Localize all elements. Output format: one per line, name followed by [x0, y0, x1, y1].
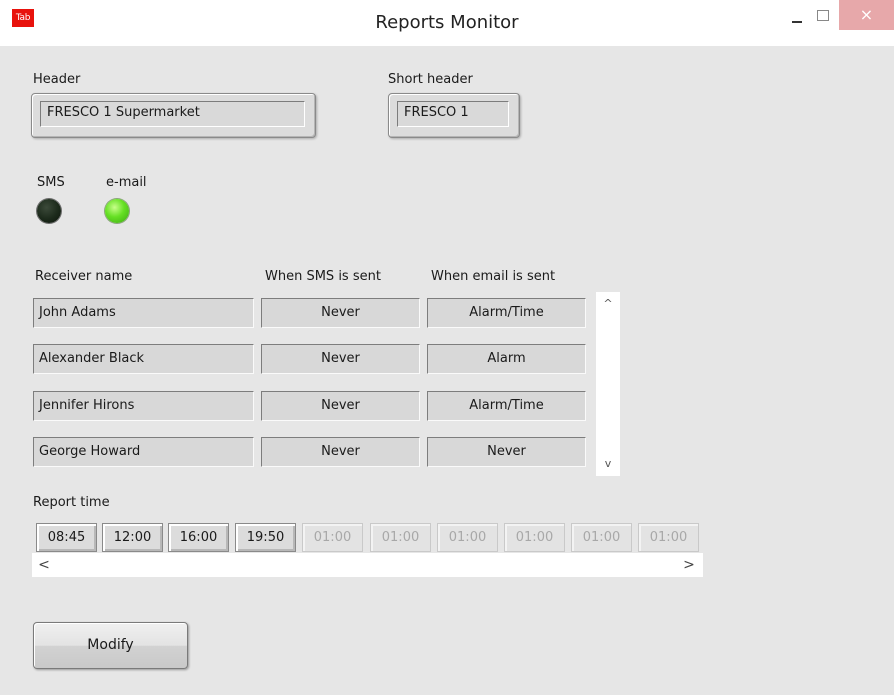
- report-time-cell[interactable]: 01:00: [302, 523, 363, 552]
- maximize-button[interactable]: [812, 9, 834, 29]
- email-when-cell[interactable]: Alarm/Time: [427, 298, 586, 328]
- report-time-cell[interactable]: 01:00: [638, 523, 699, 552]
- email-when-cell[interactable]: Never: [427, 437, 586, 467]
- sms-sent-header: When SMS is sent: [265, 269, 381, 284]
- scroll-right-icon[interactable]: >: [679, 553, 699, 577]
- short-header-control: FRESCO 1: [388, 93, 520, 138]
- report-time-cell[interactable]: 19:50: [235, 523, 296, 552]
- receiver-name-cell[interactable]: Jennifer Hirons: [33, 391, 254, 421]
- report-time-cell[interactable]: 01:00: [370, 523, 431, 552]
- receiver-name-header: Receiver name: [35, 269, 133, 284]
- scroll-up-icon[interactable]: ^: [596, 294, 620, 314]
- email-label: e-mail: [106, 175, 147, 190]
- report-time-cell[interactable]: 12:00: [102, 523, 163, 552]
- email-indicator-led: [105, 199, 129, 223]
- receiver-name-cell[interactable]: John Adams: [33, 298, 254, 328]
- scroll-down-icon[interactable]: v: [596, 454, 620, 474]
- report-time-cell[interactable]: 01:00: [437, 523, 498, 552]
- receivers-scrollbar[interactable]: ^ v: [596, 292, 620, 476]
- sms-indicator-led: [37, 199, 61, 223]
- report-time-cell[interactable]: 16:00: [168, 523, 229, 552]
- sms-when-cell[interactable]: Never: [261, 344, 420, 374]
- short-header-label: Short header: [388, 72, 473, 87]
- report-time-label: Report time: [33, 495, 110, 510]
- sms-when-cell[interactable]: Never: [261, 391, 420, 421]
- report-time-scrollbar[interactable]: < >: [32, 553, 703, 577]
- receiver-name-cell[interactable]: Alexander Black: [33, 344, 254, 374]
- sms-label: SMS: [37, 175, 65, 190]
- receiver-name-cell[interactable]: George Howard: [33, 437, 254, 467]
- sms-when-cell[interactable]: Never: [261, 437, 420, 467]
- window-title: Reports Monitor: [375, 12, 519, 33]
- title-bar: Tab Reports Monitor ×: [0, 0, 894, 46]
- email-when-cell[interactable]: Alarm: [427, 344, 586, 374]
- scroll-left-icon[interactable]: <: [34, 553, 54, 577]
- close-button[interactable]: ×: [839, 0, 894, 30]
- header-field[interactable]: FRESCO 1 Supermarket: [40, 101, 305, 127]
- header-label: Header: [33, 72, 81, 87]
- report-time-cell[interactable]: 01:00: [571, 523, 632, 552]
- minimize-button[interactable]: [787, 10, 809, 30]
- sms-when-cell[interactable]: Never: [261, 298, 420, 328]
- modify-button[interactable]: Modify: [33, 622, 188, 669]
- report-time-cell[interactable]: 01:00: [504, 523, 565, 552]
- short-header-field[interactable]: FRESCO 1: [397, 101, 509, 127]
- report-time-cell[interactable]: 08:45: [36, 523, 97, 552]
- email-when-cell[interactable]: Alarm/Time: [427, 391, 586, 421]
- header-control: FRESCO 1 Supermarket: [31, 93, 316, 138]
- email-sent-header: When email is sent: [431, 269, 556, 284]
